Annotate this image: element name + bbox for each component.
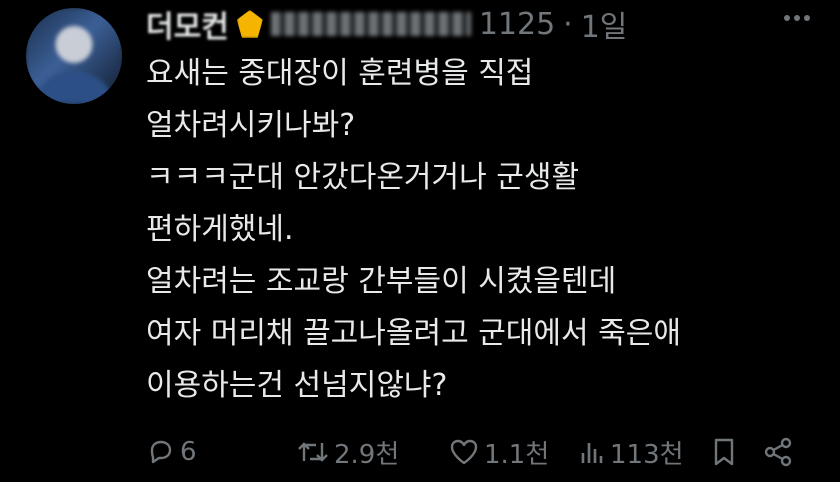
heart-icon [450,439,478,465]
avatar[interactable] [26,8,122,104]
reply-count: 6 [180,437,197,467]
repost-button[interactable]: 2.9천 [296,434,448,471]
reply-icon [150,440,172,464]
repost-count: 2.9천 [334,439,400,470]
views-button[interactable]: 113천 [578,434,710,471]
tweet-line: 얼차려는 조교랑 간부들이 시켰을텐데 [146,264,617,299]
handle-redacted [270,12,471,36]
share-button[interactable] [762,436,802,468]
like-button[interactable]: 1.1천 [448,434,578,471]
bookmark-button[interactable] [710,436,762,468]
handle-tail[interactable]: 1125 [479,7,555,42]
tweet-body: 요새는 중대장이 훈련병을 직접 얼차려시키나봐? ㅋㅋㅋ군대 안갔다온거거나 … [146,48,816,412]
views-count: 113천 [610,439,684,470]
emoji-badge-icon [236,10,263,38]
avatar-image-pixelated [26,8,122,104]
more-options-button[interactable] [782,2,812,42]
views-chart-icon [581,443,603,463]
share-icon [764,437,792,467]
timestamp[interactable]: 1일 [581,2,628,46]
tweet-line: 편하게했네. [146,212,294,247]
repost-icon [298,442,328,462]
header-separator: · [563,6,573,42]
tweet-header: 더모컨 1125 · 1일 [146,2,628,46]
tweet-line: ㅋㅋㅋ군대 안갔다온거거나 군생활 [146,160,580,195]
bookmark-icon [714,438,734,466]
display-name[interactable]: 더모컨 [146,2,229,46]
tweet-line: 얼차려시키나봐? [146,108,356,143]
more-horizontal-icon [784,15,810,21]
reply-button[interactable]: 6 [146,437,296,467]
tweet-line: 이용하는건 선넘지않냐? [146,368,448,403]
action-bar: 6 2.9천 1.1천 113천 [146,430,806,474]
like-count: 1.1천 [484,439,550,470]
tweet-line: 여자 머리채 끌고나올려고 군대에서 죽은애 [146,316,681,351]
tweet-line: 요새는 중대장이 훈련병을 직접 [146,56,534,91]
